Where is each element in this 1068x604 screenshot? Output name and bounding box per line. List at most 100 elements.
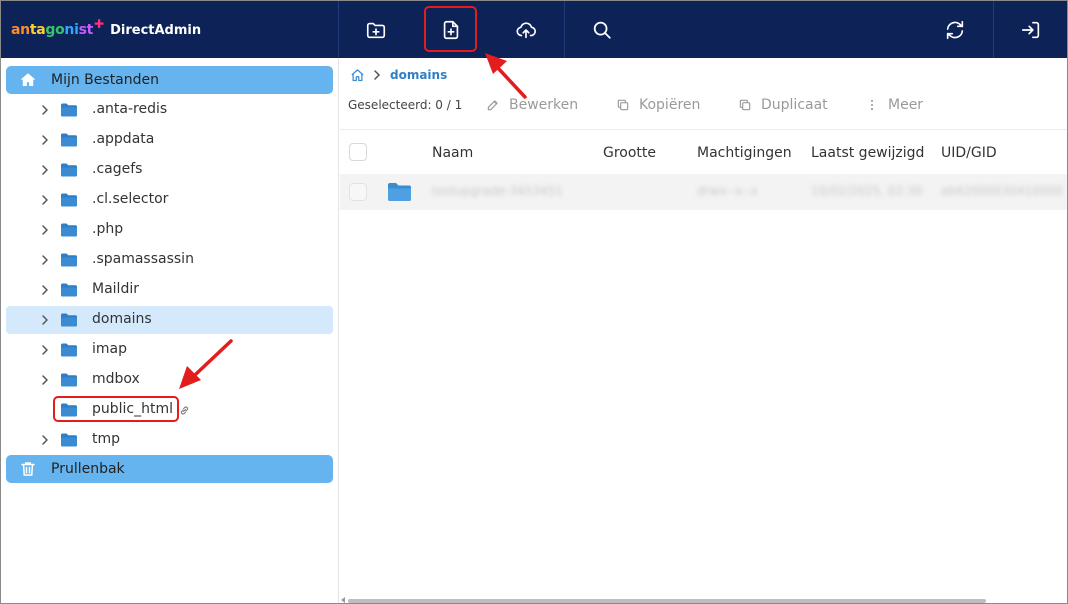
breadcrumb-current[interactable]: domains: [390, 68, 447, 82]
column-uid[interactable]: UID/GID: [941, 145, 997, 161]
logout-icon: [1021, 21, 1040, 38]
tree-item-label: .spamassassin: [92, 251, 194, 267]
column-size[interactable]: Grootte: [603, 145, 656, 161]
logo-antagonist: antagonist: [11, 22, 94, 38]
file-tree-sidebar: Mijn Bestanden .anta-redis .appdata .cagef…: [2, 58, 339, 603]
logo[interactable]: antagonist ✚ DirectAdmin: [11, 17, 202, 41]
more-label: Meer: [888, 97, 924, 113]
folder-plus-icon: [366, 22, 386, 38]
chevron-right-icon[interactable]: [39, 134, 51, 146]
tree-trash[interactable]: Prullenbak: [6, 455, 333, 483]
tree-item[interactable]: .cl.selector: [6, 186, 333, 214]
chevron-right-icon[interactable]: [39, 224, 51, 236]
edit-button[interactable]: Bewerken: [486, 96, 578, 114]
chevron-right-icon[interactable]: [39, 254, 51, 266]
chevron-right-icon[interactable]: [39, 164, 51, 176]
tree-item-label: .anta-redis: [92, 101, 168, 117]
select-all-checkbox[interactable]: [349, 143, 367, 161]
copy-label: Kopiëren: [639, 97, 701, 113]
folder-icon: [388, 183, 411, 201]
chevron-right-icon[interactable]: [39, 194, 51, 206]
tree-item[interactable]: .spamassassin: [6, 246, 333, 274]
tree-item[interactable]: .appdata: [6, 126, 333, 154]
edit-label: Bewerken: [509, 97, 579, 113]
folder-icon: [61, 433, 77, 447]
logout-button[interactable]: [994, 1, 1067, 58]
tree-item-label: Maildir: [92, 281, 139, 297]
logo-star-icon: ✚: [94, 17, 105, 31]
chevron-right-icon[interactable]: [39, 374, 51, 386]
row-modified: 10/02/2025, 02:30: [811, 184, 923, 198]
refresh-icon: [946, 20, 964, 39]
scroll-left-arrow[interactable]: [341, 597, 345, 603]
folder-icon: [61, 313, 77, 327]
horizontal-scrollbar[interactable]: [348, 599, 986, 603]
tree-item[interactable]: .anta-redis: [6, 96, 333, 124]
folder-icon: [61, 133, 77, 147]
search-icon: [593, 21, 611, 39]
home-icon: [20, 73, 36, 86]
tree-item-label: .cagefs: [92, 161, 143, 177]
folder-icon: [61, 103, 77, 117]
chevron-right-icon[interactable]: [39, 344, 51, 356]
folder-icon: [61, 343, 77, 357]
row-uid: ab62000030410000: [941, 184, 1063, 198]
column-modified[interactable]: Laatst gewijzigd: [811, 145, 924, 161]
folder-icon: [61, 193, 77, 207]
search-button[interactable]: [565, 1, 639, 58]
tree-item[interactable]: .cagefs: [6, 156, 333, 184]
file-browser-main: domains Geselecteerd: 0 / 1 Bewerken Kop…: [340, 58, 1067, 603]
selection-count: Geselecteerd: 0 / 1: [348, 98, 463, 112]
breadcrumb-chevron-icon: [374, 70, 381, 80]
tree-item[interactable]: mdbox: [6, 366, 333, 394]
app-window: antagonist ✚ DirectAdmin Mijn Bestanden …: [0, 0, 1068, 604]
duplicate-label: Duplicaat: [761, 97, 828, 113]
column-name[interactable]: Naam: [432, 145, 473, 161]
breadcrumb-home-icon[interactable]: [350, 68, 365, 83]
tree-item-label: .php: [92, 221, 124, 237]
table-row[interactable]: testupgrade-3453451 drwx--x--x 10/02/202…: [340, 174, 1067, 210]
folder-icon: [61, 163, 77, 177]
refresh-button[interactable]: [918, 1, 992, 58]
row-checkbox[interactable]: [349, 183, 367, 201]
tree-item-label: mdbox: [92, 371, 140, 387]
tree-item[interactable]: domains: [6, 306, 333, 334]
folder-icon: [61, 223, 77, 237]
logo-product: DirectAdmin: [110, 22, 202, 38]
chevron-right-icon[interactable]: [39, 314, 51, 326]
tree-root-label: Mijn Bestanden: [51, 72, 160, 88]
symlink-icon: [180, 406, 189, 415]
tree-item-label: .appdata: [92, 131, 155, 147]
tree-trash-label: Prullenbak: [51, 461, 125, 477]
column-permissions[interactable]: Machtigingen: [697, 145, 792, 161]
tree-item-label: tmp: [92, 431, 121, 447]
tree-item-label: .cl.selector: [92, 191, 169, 207]
new-folder-button[interactable]: [339, 1, 413, 58]
folder-icon: [61, 373, 77, 387]
upload-button[interactable]: [489, 1, 563, 58]
table-header: Naam Grootte Machtigingen Laatst gewijzi…: [340, 129, 1067, 175]
cloud-upload-icon: [516, 21, 536, 38]
tree-item[interactable]: .php: [6, 216, 333, 244]
tree-item[interactable]: imap: [6, 336, 333, 364]
duplicate-button[interactable]: Duplicaat: [738, 96, 828, 114]
trash-icon: [21, 462, 35, 476]
folder-icon: [61, 253, 77, 267]
folder-icon: [61, 283, 77, 297]
row-name[interactable]: testupgrade-3453451: [432, 184, 563, 198]
pencil-icon: [487, 100, 498, 111]
tree-item-label: imap: [92, 341, 127, 357]
annotation-highlight-public-html: [53, 396, 179, 422]
more-button[interactable]: Meer: [865, 96, 923, 114]
chevron-right-icon[interactable]: [39, 284, 51, 296]
tree-item[interactable]: tmp: [6, 426, 333, 454]
row-permissions: drwx--x--x: [697, 184, 758, 198]
tree-item[interactable]: Maildir: [6, 276, 333, 304]
chevron-right-icon[interactable]: [39, 434, 51, 446]
chevron-right-icon[interactable]: [39, 104, 51, 116]
breadcrumb: domains: [350, 66, 447, 84]
tree-root-mijn-bestanden[interactable]: Mijn Bestanden: [6, 66, 333, 94]
tree-item-label: domains: [92, 311, 152, 327]
copy-button[interactable]: Kopiëren: [616, 96, 700, 114]
duplicate-icon: [739, 99, 751, 111]
